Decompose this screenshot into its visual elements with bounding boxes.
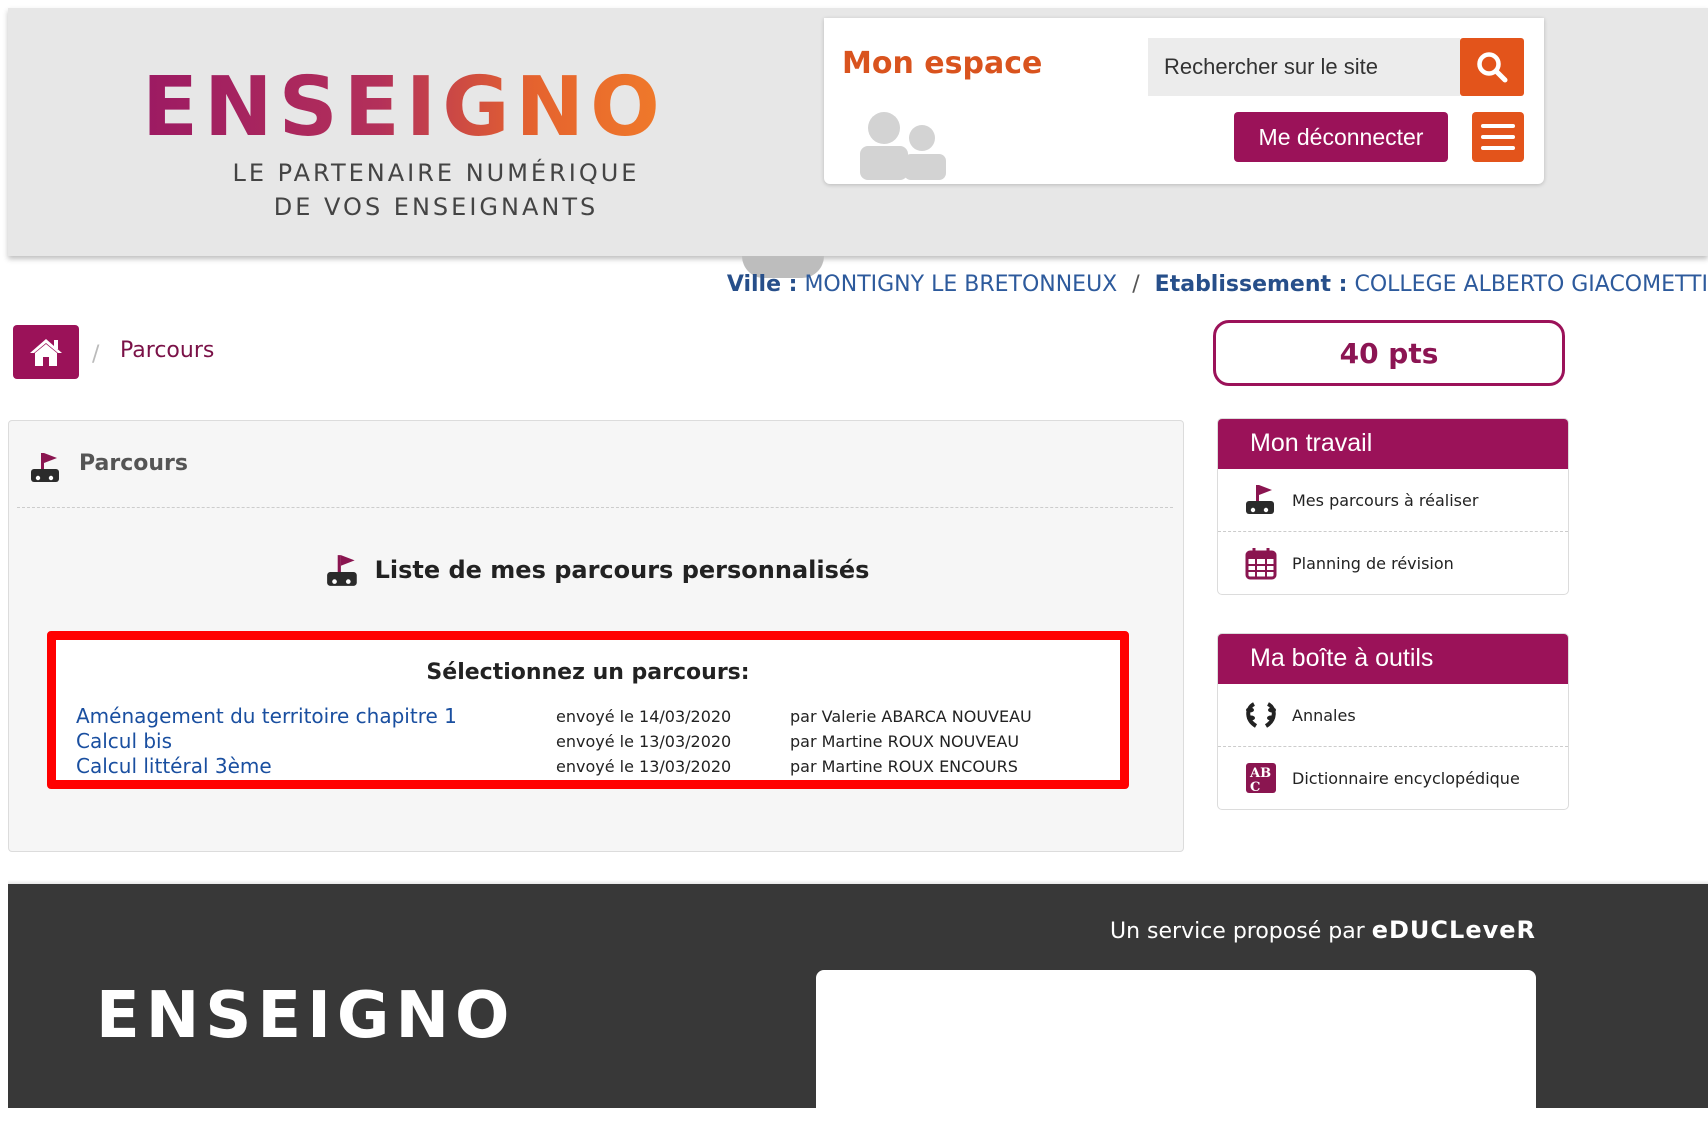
location-separator: / (1132, 272, 1140, 297)
search-input[interactable] (1148, 38, 1460, 96)
location-bar: Ville : MONTIGNY LE BRETONNEUX / Etablis… (727, 272, 1708, 297)
toolbox-title: Ma boîte à outils (1218, 634, 1568, 684)
logo-wordmark: ENSEIGNO (142, 60, 666, 155)
selection-title: Sélectionnez un parcours: (426, 660, 750, 685)
sent-date: envoyé le 14/03/2020 (556, 707, 732, 726)
site-header: ENSEIGNO LE PARTENAIRE NUMÉRIQUE DE VOS … (8, 8, 1708, 256)
hamburger-icon (1481, 124, 1515, 128)
hamburger-icon (1481, 146, 1515, 150)
parcours-link[interactable]: Aménagement du territoire chapitre 1 (76, 704, 457, 728)
service-prefix: Un service proposé par (1109, 919, 1365, 944)
panel-divider (17, 507, 1173, 508)
tagline-line-2: DE VOS ENSEIGNANTS (273, 193, 599, 221)
laurel-icon (1246, 702, 1276, 728)
breadcrumb-separator: / (92, 342, 100, 367)
sidebar-item-annales[interactable]: Annales (1218, 684, 1568, 746)
list-title: Liste de mes parcours personnalisés (9, 553, 1185, 589)
list-item: Calcul littéral 3ème envoyé le 13/03/202… (76, 754, 1116, 779)
parcours-selection-box: Sélectionnez un parcours: Aménagement du… (47, 631, 1129, 789)
search-button[interactable] (1460, 38, 1524, 96)
sidebar-item-dictionary[interactable]: AB C Dictionnaire encyclopédique (1218, 746, 1568, 809)
path-icon (1246, 485, 1274, 514)
sent-by: par Valerie ABARCA NOUVEAU (790, 707, 1032, 726)
home-icon (30, 339, 62, 366)
sent-by: par Martine ROUX ENCOURS (790, 757, 1018, 776)
calendar-icon (1245, 548, 1277, 580)
footer-logo: ENSEIGNO (96, 979, 516, 1053)
sidebar-item-label: Annales (1292, 705, 1356, 725)
breadcrumb-current: Parcours (120, 338, 215, 363)
city-label: Ville : (726, 272, 798, 297)
list-item: Calcul bis envoyé le 13/03/2020 par Mart… (76, 729, 1116, 754)
parcours-link[interactable]: Calcul bis (76, 729, 172, 753)
service-credit: Un service proposé par eDUCLeveR (1110, 916, 1536, 944)
city-value: MONTIGNY LE BRETONNEUX (804, 272, 1118, 297)
parcours-panel: Parcours Liste de mes parcours personnal… (8, 420, 1184, 852)
list-item: Aménagement du territoire chapitre 1 env… (76, 704, 1116, 729)
sidebar-item-planning[interactable]: Planning de révision (1218, 531, 1568, 594)
list-title-text: Liste de mes parcours personnalisés (374, 556, 870, 584)
educlever-logo[interactable]: eDUCLeveR (1372, 916, 1536, 944)
my-space-title: Mon espace (842, 46, 1043, 81)
parcours-list: Aménagement du territoire chapitre 1 env… (76, 704, 1116, 779)
path-icon (326, 555, 357, 586)
school-label: Etablissement : (1154, 272, 1348, 297)
svg-text:AB: AB (1249, 766, 1271, 781)
sent-date: envoyé le 13/03/2020 (556, 757, 732, 776)
tagline-line-1: LE PARTENAIRE NUMÉRIQUE (232, 159, 640, 187)
points-badge: 40 pts (1213, 320, 1565, 386)
my-space-card: Mon espace Me déconnecter (824, 18, 1544, 184)
hamburger-icon (1481, 135, 1515, 139)
sent-by: par Martine ROUX NOUVEAU (790, 732, 1020, 751)
footer-card (816, 970, 1536, 1130)
logo-tagline: LE PARTENAIRE NUMÉRIQUE DE VOS ENSEIGNAN… (196, 156, 676, 224)
dictionary-icon: AB C (1246, 763, 1276, 795)
svg-text:C: C (1250, 780, 1260, 795)
toolbox-box: Ma boîte à outils Annales AB C Dictionna… (1217, 633, 1569, 810)
sent-date: envoyé le 13/03/2020 (556, 732, 732, 751)
parcours-link[interactable]: Calcul littéral 3ème (76, 754, 272, 778)
sidebar-item-label: Dictionnaire encyclopédique (1292, 768, 1520, 788)
my-work-box: Mon travail Mes parcours à réaliser Plan… (1217, 418, 1569, 595)
menu-button[interactable] (1472, 112, 1524, 162)
sidebar-item-label: Mes parcours à réaliser (1292, 490, 1479, 510)
site-footer: Un service proposé par eDUCLeveR ENSEIGN… (8, 884, 1708, 1130)
users-avatar-icon (860, 112, 946, 180)
path-icon (31, 453, 59, 482)
sidebar-item-label: Planning de révision (1292, 553, 1454, 573)
school-value: COLLEGE ALBERTO GIACOMETTI (1354, 272, 1708, 297)
logout-button[interactable]: Me déconnecter (1234, 112, 1448, 162)
sidebar-item-my-parcours[interactable]: Mes parcours à réaliser (1218, 469, 1568, 531)
my-work-title: Mon travail (1218, 419, 1568, 469)
panel-heading: Parcours (79, 451, 188, 476)
home-button[interactable] (13, 325, 79, 379)
search-icon (1477, 52, 1508, 83)
